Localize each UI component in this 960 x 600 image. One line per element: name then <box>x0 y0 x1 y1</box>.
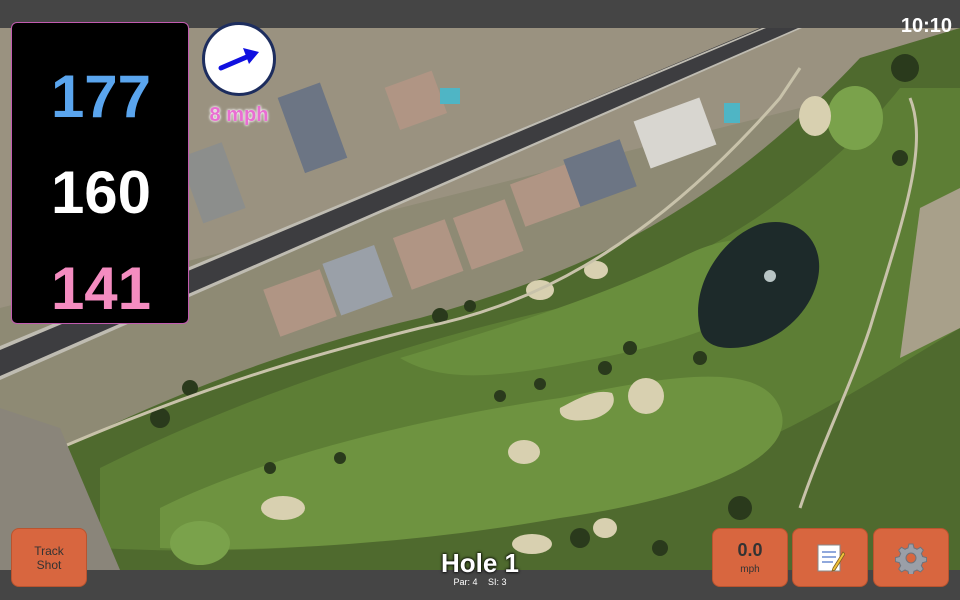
distance-panel: 177 160 141 <box>11 22 189 324</box>
track-shot-label-line1: Track <box>34 543 64 558</box>
wind-direction-indicator <box>202 22 276 96</box>
wind-speed-label: 8 mph <box>209 104 269 126</box>
par-label: Par: 4 <box>453 577 478 587</box>
back-distance: 177 <box>50 63 152 130</box>
gear-icon <box>895 543 927 574</box>
notepad-icon <box>817 544 845 572</box>
middle-distance: 160 <box>50 159 152 226</box>
si-label: SI: 3 <box>488 577 507 587</box>
speed-unit: mph <box>740 564 760 575</box>
front-distance: 141 <box>50 255 152 322</box>
notes-button[interactable] <box>792 528 868 587</box>
track-shot-button[interactable]: Track Shot <box>11 528 87 587</box>
arrow-up-right-icon <box>218 48 259 71</box>
hole-details: Par: 4 SI: 3 <box>380 577 580 587</box>
golf-gps-screen: 10:10 177 160 141 8 mph Track Shot Hole … <box>0 0 960 600</box>
track-shot-label-line2: Shot <box>36 557 62 572</box>
speed-value: 0.0 <box>737 540 763 560</box>
hole-title: Hole 1 <box>440 548 520 578</box>
settings-button[interactable] <box>873 528 949 587</box>
speed-button[interactable]: 0.0 mph <box>712 528 788 587</box>
clock: 10:10 <box>900 15 952 37</box>
